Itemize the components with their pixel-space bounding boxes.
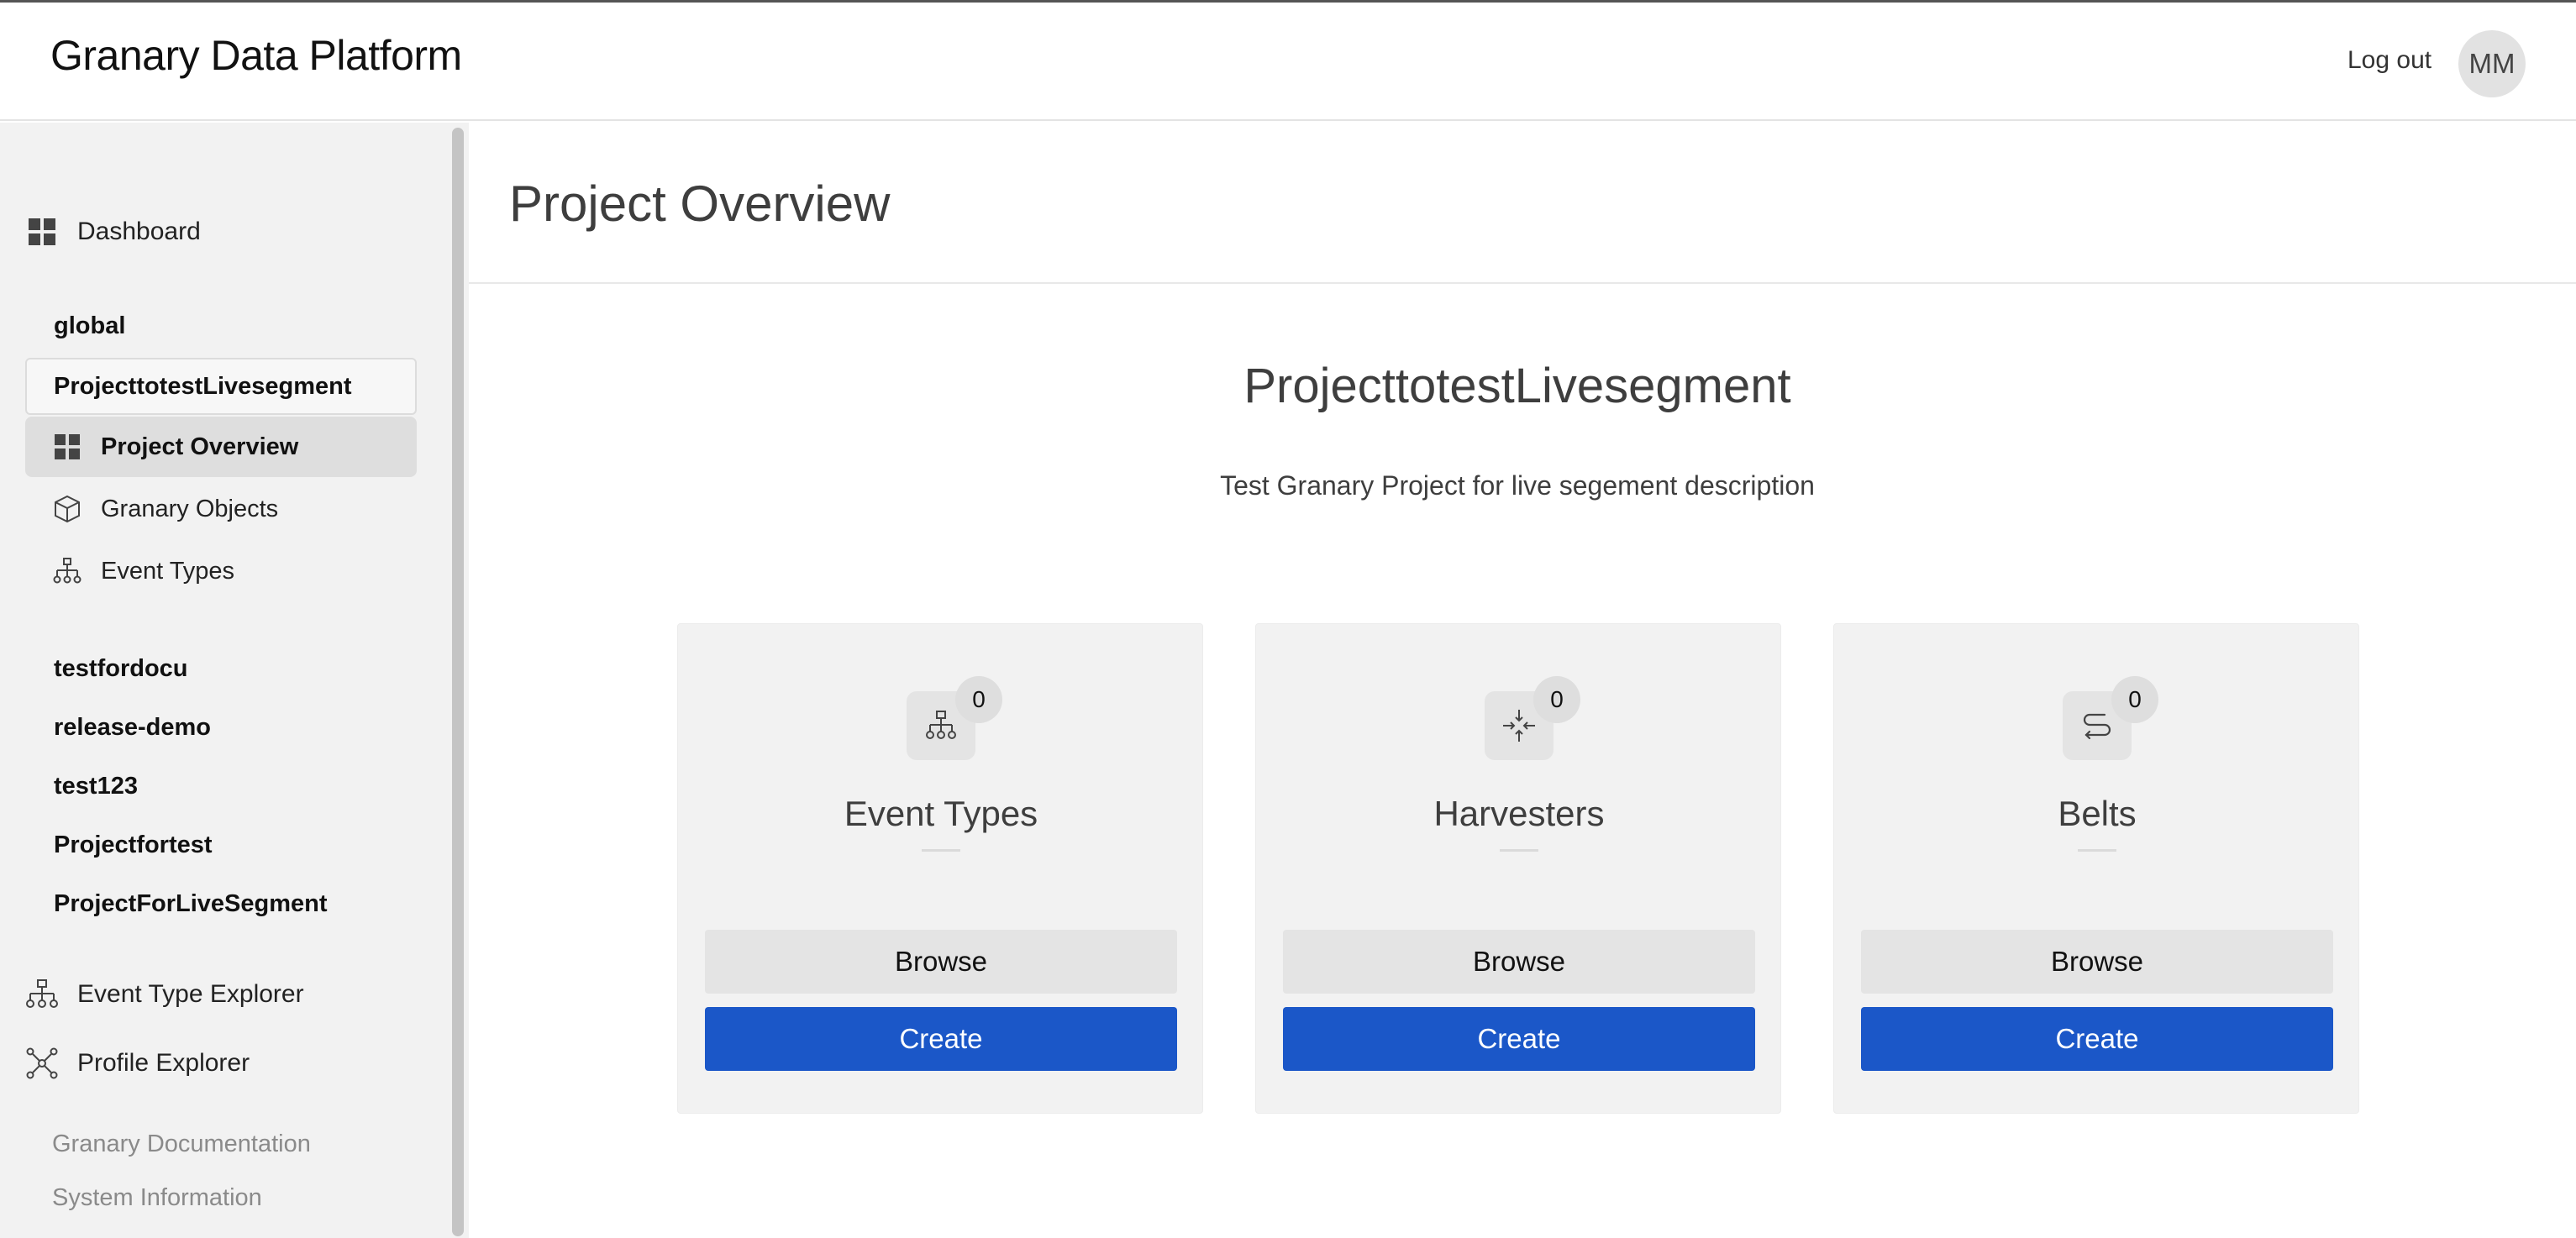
sidebar-item-event-types[interactable]: Event Types — [25, 541, 417, 601]
create-harvester-button[interactable]: Create — [1283, 1007, 1755, 1071]
sidebar-item-label: Project Overview — [101, 433, 299, 460]
sidebar-item-label: Granary Objects — [101, 495, 279, 522]
main-content: Project Overview ProjecttotestLivesegmen… — [469, 123, 2576, 1238]
browse-belts-button[interactable]: Browse — [1861, 930, 2333, 994]
sidebar-item-label: Dashboard — [77, 218, 201, 245]
sidebar-project-release-demo[interactable]: release-demo — [54, 714, 211, 742]
hierarchy-icon — [26, 979, 58, 1008]
network-nodes-icon — [26, 1047, 58, 1079]
browse-harvesters-button[interactable]: Browse — [1283, 930, 1755, 994]
card-underline — [1500, 849, 1538, 852]
route-icon — [2083, 713, 2111, 740]
sidebar-item-granary-objects[interactable]: Granary Objects — [25, 479, 417, 539]
dashboard-grid-icon — [55, 434, 80, 459]
sidebar-item-profile-explorer[interactable]: Profile Explorer — [25, 1047, 250, 1080]
selected-project[interactable]: ProjecttotestLivesegment — [25, 358, 417, 415]
sidebar-item-dashboard[interactable]: Dashboard — [25, 215, 201, 249]
card-event-types: 0 Event Types Browse Create — [677, 623, 1203, 1114]
sidebar-scrollbar[interactable] — [449, 123, 469, 1238]
card-harvesters: 0 Harvesters Browse Create — [1255, 623, 1781, 1114]
page-title: Project Overview — [509, 176, 891, 232]
project-name-heading: ProjecttotestLivesegment — [1243, 359, 1791, 413]
create-belt-button[interactable]: Create — [1861, 1007, 2333, 1071]
card-title: Event Types — [844, 794, 1038, 833]
card-underline — [922, 849, 960, 852]
sidebar-project-testfordocu[interactable]: testfordocu — [54, 655, 188, 683]
count-badge: 0 — [2111, 676, 2158, 723]
card-title: Harvesters — [1433, 794, 1605, 833]
sidebar-group-global[interactable]: global — [54, 312, 125, 340]
sidebar-item-project-overview[interactable]: Project Overview — [25, 417, 417, 477]
granary-documentation-link[interactable]: Granary Documentation — [52, 1130, 311, 1158]
sidebar-item-label: Profile Explorer — [77, 1049, 250, 1077]
sidebar-item-label: Event Type Explorer — [77, 980, 304, 1008]
sidebar-item-label: Event Types — [101, 557, 235, 585]
card-title: Belts — [2058, 794, 2137, 833]
divider — [469, 282, 2576, 284]
card-underline — [2078, 849, 2116, 852]
sidebar-project-projectforlivesegment[interactable]: ProjectForLiveSegment — [54, 890, 328, 918]
hierarchy-icon — [53, 558, 81, 584]
count-badge: 0 — [1533, 676, 1580, 723]
sidebar-project-projectfortest[interactable]: Projectfortest — [54, 831, 213, 859]
browse-event-types-button[interactable]: Browse — [705, 930, 1177, 994]
dashboard-grid-icon — [29, 218, 55, 245]
app-title[interactable]: Granary Data Platform — [50, 31, 462, 80]
compress-arrows-icon — [1503, 710, 1535, 742]
sidebar-project-test123[interactable]: test123 — [54, 773, 138, 800]
count-badge: 0 — [955, 676, 1002, 723]
top-header: Granary Data Platform Log out MM — [0, 0, 2576, 121]
scrollbar-thumb[interactable] — [452, 128, 464, 1236]
sidebar: Dashboard global ProjecttotestLivesegmen… — [0, 123, 449, 1238]
user-avatar[interactable]: MM — [2458, 30, 2526, 97]
cube-icon — [55, 495, 80, 523]
system-information-link[interactable]: System Information — [52, 1184, 262, 1212]
hierarchy-icon — [926, 711, 956, 739]
sidebar-item-event-type-explorer[interactable]: Event Type Explorer — [25, 978, 304, 1011]
logout-link[interactable]: Log out — [2347, 46, 2431, 75]
create-event-type-button[interactable]: Create — [705, 1007, 1177, 1071]
project-description: Test Granary Project for live segement d… — [1220, 470, 1815, 501]
card-belts: 0 Belts Browse Create — [1833, 623, 2359, 1114]
